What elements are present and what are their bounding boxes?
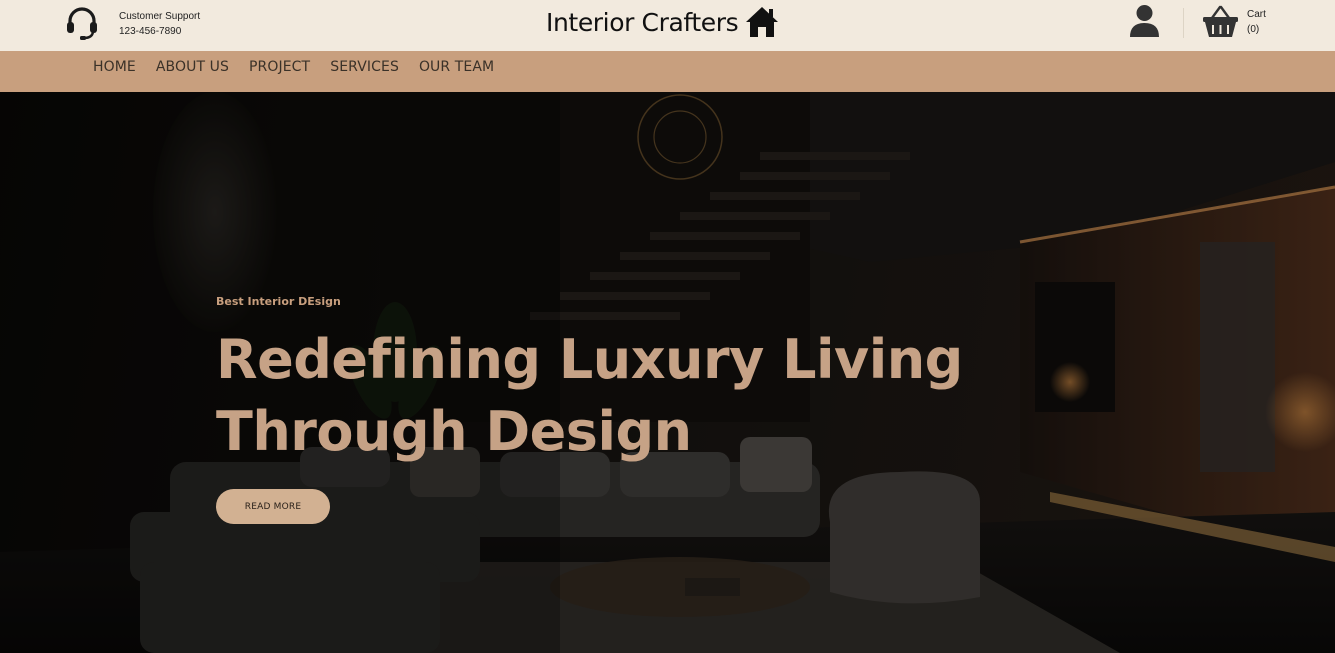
support-title: Customer Support [119, 11, 201, 22]
nav-item-about-us[interactable]: ABOUT US [156, 59, 229, 75]
house-icon [746, 7, 779, 37]
cart-label: Cart [1247, 9, 1266, 20]
user-icon[interactable] [1129, 4, 1160, 38]
cart-summary[interactable]: Cart (0) [1247, 7, 1266, 37]
headset-icon [67, 7, 97, 40]
support-text: Customer Support 123-456-7890 [119, 9, 259, 39]
read-more-button[interactable]: READ MORE [216, 489, 330, 524]
nav-item-home[interactable]: HOME [93, 59, 136, 75]
hero-headline: Redefining Luxury Living Through Design [216, 324, 996, 468]
nav-item-project[interactable]: PROJECT [249, 59, 310, 75]
hero-section: Best Interior DEsign Redefining Luxury L… [0, 92, 1335, 653]
hero-headline-line-2: Through Design [216, 400, 692, 463]
shopping-basket-icon[interactable] [1202, 4, 1239, 38]
nav-item-our-team[interactable]: OUR TEAM [419, 59, 494, 75]
hero-kicker: Best Interior DEsign [216, 295, 341, 308]
header-divider [1183, 8, 1184, 38]
nav-menu: HOME ABOUT US PROJECT SERVICES OUR TEAM [93, 59, 494, 75]
support-phone[interactable]: 123-456-7890 [119, 24, 259, 39]
hero-headline-line-1: Redefining Luxury Living [216, 328, 963, 391]
brand-name: Interior Crafters [546, 7, 739, 37]
cart-count: (0) [1247, 24, 1260, 35]
customer-support[interactable]: Customer Support 123-456-7890 [64, 5, 200, 41]
main-nav: HOME ABOUT US PROJECT SERVICES OUR TEAM [0, 51, 1335, 92]
nav-item-services[interactable]: SERVICES [330, 59, 399, 75]
brand-logo[interactable]: Interior Crafters [546, 3, 780, 41]
top-bar: Customer Support 123-456-7890 Interior C… [0, 0, 1335, 51]
